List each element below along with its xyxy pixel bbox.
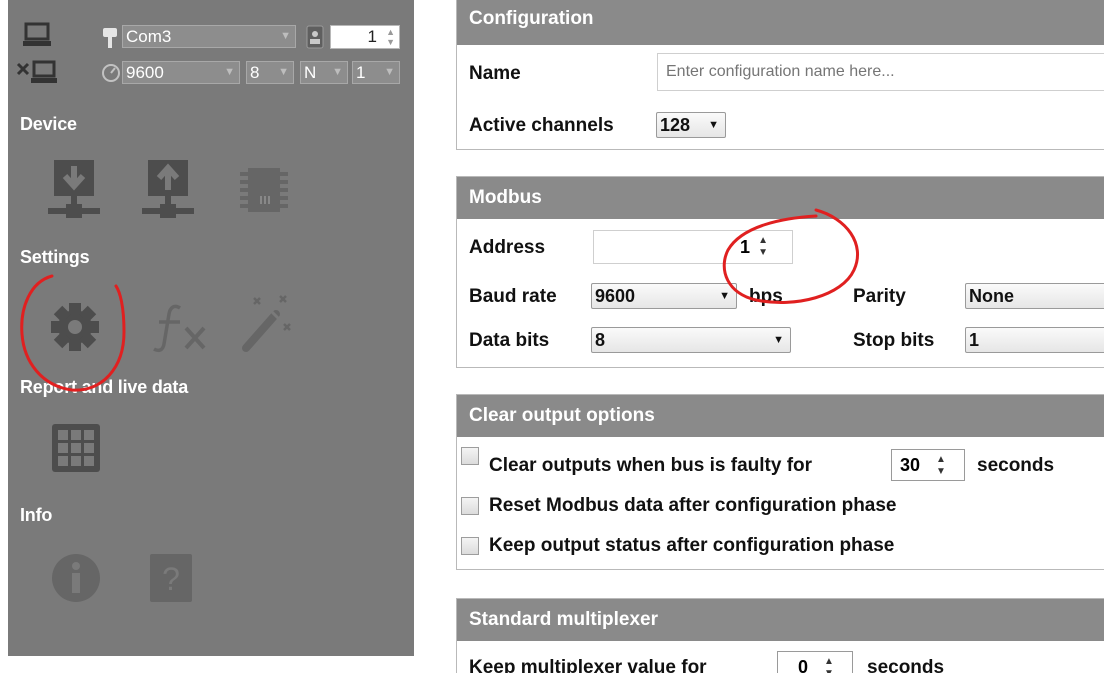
clear-outputs-seconds-value: 30 [900,455,921,475]
stop-bits-value: 1 [969,330,980,350]
modbus-header-label: Modbus [469,187,542,208]
keep-multiplexer-value: 0 [798,657,809,673]
data-bits-value: 8 [595,330,606,350]
configuration-header: Configuration [457,0,1104,45]
configuration-section: Configuration Name Active channels 128 ▼ [456,0,1104,150]
active-channels-label: Active channels [469,115,614,136]
stop-bits-select[interactable]: 1 [965,327,1104,353]
keep-multiplexer-label: Keep multiplexer value for [469,657,707,673]
keep-output-label: Keep output status after configuration p… [489,535,895,556]
parity-value: N [304,63,317,82]
port-number-stepper[interactable]: 1 ▲ ▼ [330,25,400,49]
help-icon[interactable]: ? [148,552,194,604]
chevron-down-icon: ▼ [280,30,291,42]
stop-bits-select[interactable]: 1 ▼ [352,61,400,84]
clear-output-section: Clear output options Clear outputs when … [456,394,1104,570]
computer-icon [23,22,51,46]
stop-bits-label: Stop bits [853,330,935,351]
baud-rate-label: Baud rate [469,286,557,307]
baud-select[interactable]: 9600 ▼ [122,61,240,84]
name-label: Name [469,63,521,84]
keep-multiplexer-stepper[interactable]: 0 ▲▼ [777,651,853,673]
active-channels-value: 128 [660,115,691,135]
magic-wand-icon[interactable] [236,290,298,356]
speedometer-icon [102,64,120,82]
spinner-arrows-icon[interactable]: ▲▼ [386,27,395,47]
parity-select[interactable]: None [965,283,1104,309]
sidebar: Com3 ▼ 1 ▲ ▼ 9600 ▼ 8 ▼ N ▼ 1 ▼ Device S… [8,0,414,656]
serial-port-icon [103,28,117,48]
info-section-title: Info [20,505,53,525]
reset-modbus-label: Reset Modbus data after configuration ph… [489,495,897,516]
address-label: Address [469,237,546,258]
address-book-icon [306,25,324,49]
reset-modbus-checkbox[interactable] [461,497,479,515]
stop-bits-value: 1 [356,63,366,82]
clear-outputs-seconds-stepper[interactable]: 30 ▲ ▼ [891,449,965,481]
multiplexer-header-label: Standard multiplexer [469,609,658,630]
chevron-down-icon: ▼ [708,119,719,131]
clear-outputs-label: Clear outputs when bus is faulty for [489,455,813,476]
multiplexer-header: Standard multiplexer [457,599,1104,641]
baud-value: 9600 [126,63,164,82]
active-channels-select[interactable]: 128 ▼ [656,112,726,138]
spinner-arrows-icon[interactable]: ▲▼ [936,454,946,478]
red-circle-annotation [20,274,126,392]
chevron-down-icon: ▼ [278,66,289,78]
chevron-down-icon: ▼ [224,66,235,78]
disconnect-icon [16,60,57,83]
info-icon[interactable] [50,552,102,604]
spinner-arrows-icon[interactable]: ▲▼ [824,656,834,673]
download-to-device-icon[interactable] [46,158,102,224]
multiplexer-section: Standard multiplexer Keep multiplexer va… [456,598,1104,673]
clear-outputs-checkbox[interactable] [461,447,479,465]
data-bits-label: Data bits [469,330,550,351]
port-value: Com3 [126,27,172,46]
port-number-value: 1 [367,27,377,46]
data-bits-select[interactable]: 8 ▼ [591,327,791,353]
configuration-header-label: Configuration [469,8,594,29]
clear-output-header-label: Clear output options [469,405,655,426]
baud-rate-value: 9600 [595,286,636,306]
chevron-down-icon: ▼ [384,66,395,78]
upload-from-device-icon[interactable] [140,158,196,224]
parity-value: None [969,286,1014,306]
device-section-title: Device [20,114,77,134]
settings-section-title: Settings [20,247,90,267]
port-select[interactable]: Com3 ▼ [122,25,296,48]
parity-select[interactable]: N ▼ [300,61,348,84]
data-bits-value: 8 [250,63,260,82]
chevron-down-icon: ▼ [773,334,784,346]
svg-text:?: ? [162,561,180,597]
settings-panel: Configuration Name Active channels 128 ▼… [456,0,1104,673]
keep-multiplexer-unit: seconds [867,657,945,673]
data-bits-select[interactable]: 8 ▼ [246,61,294,84]
clear-outputs-unit: seconds [977,455,1055,476]
keep-output-checkbox[interactable] [461,537,479,555]
firmware-chip-icon[interactable] [238,166,290,214]
red-circle-annotation [722,208,860,304]
function-icon[interactable] [150,300,216,354]
clear-output-header: Clear output options [457,395,1104,437]
table-grid-icon[interactable] [50,422,102,474]
configuration-name-input[interactable] [657,53,1104,91]
chevron-down-icon: ▼ [332,66,343,78]
